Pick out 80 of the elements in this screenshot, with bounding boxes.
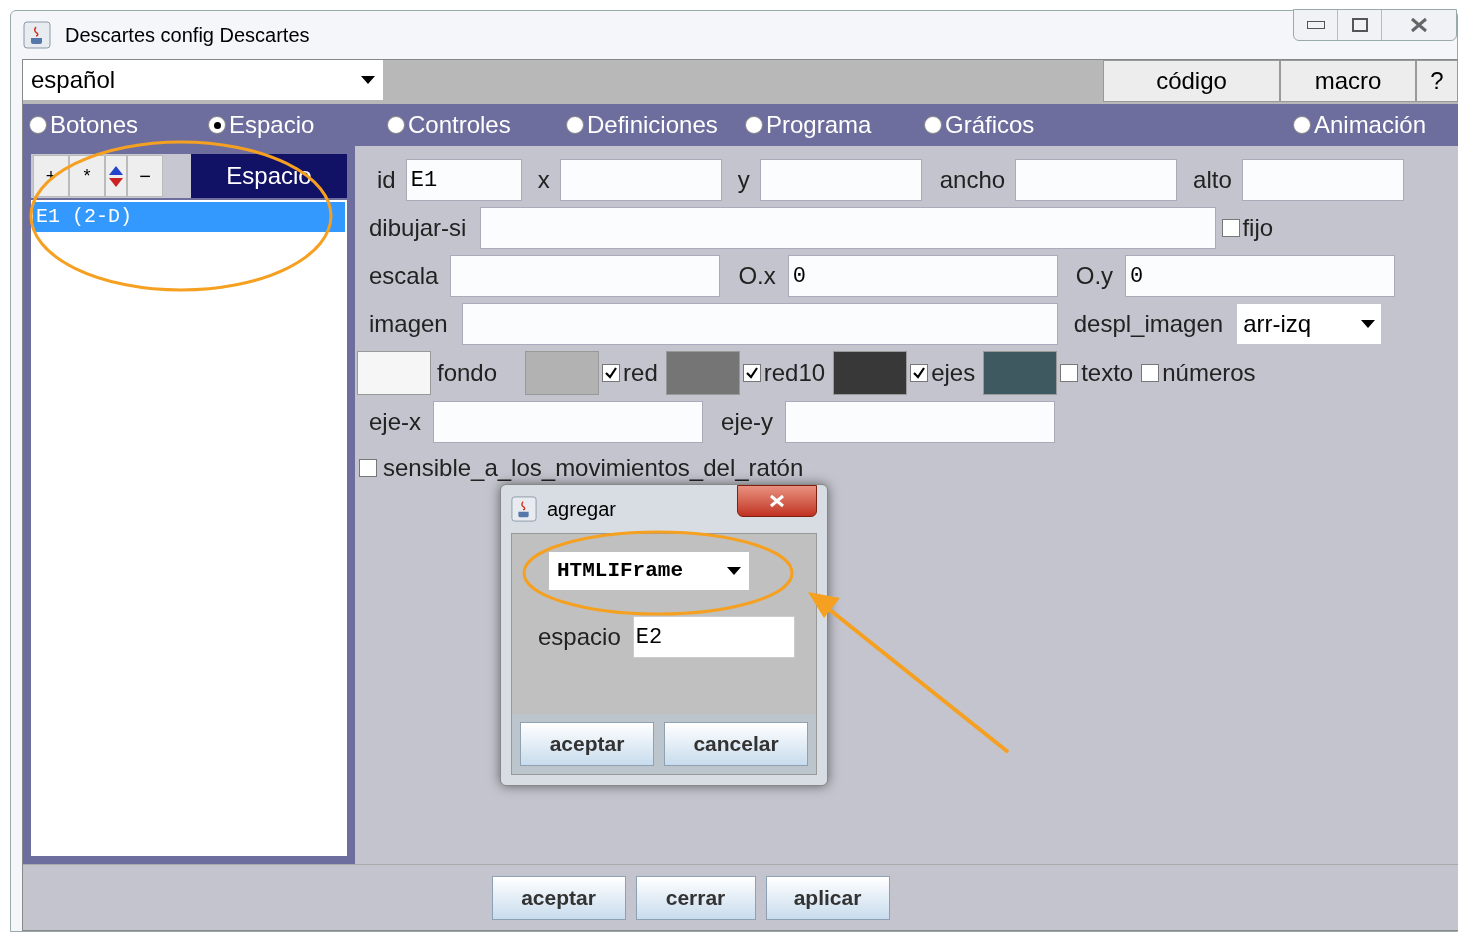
field-label: ejes <box>931 358 976 388</box>
radio-tab[interactable]: Controles <box>387 107 566 143</box>
field-label: alto <box>1193 165 1232 195</box>
dialog-button[interactable]: aceptar <box>491 875 626 920</box>
checkbox[interactable] <box>1222 219 1241 237</box>
field-label: O.y <box>1075 261 1114 291</box>
dialog-button[interactable]: cerrar <box>635 875 756 920</box>
field-label: espacio <box>538 622 621 652</box>
input-field[interactable] <box>1241 159 1404 201</box>
toolbar-button[interactable]: código <box>1103 60 1280 102</box>
close-icon <box>1410 17 1428 33</box>
checkbox[interactable] <box>359 459 377 477</box>
input-field[interactable] <box>461 303 1058 345</box>
checkbox[interactable] <box>602 364 621 382</box>
close-button[interactable] <box>737 485 817 517</box>
field-label: red10 <box>763 358 826 388</box>
checkbox[interactable] <box>1060 364 1079 382</box>
field-label: O.x <box>738 261 776 291</box>
caret-icon <box>727 567 741 575</box>
dialog-button[interactable]: aplicar <box>765 875 890 920</box>
input-field[interactable] <box>450 255 721 297</box>
radio-tab[interactable]: Animación <box>1292 107 1426 143</box>
input-field[interactable] <box>433 401 704 443</box>
field-label: ancho <box>939 165 1006 195</box>
field-label: x <box>537 165 550 195</box>
field-label: números <box>1162 358 1256 388</box>
radio-tab[interactable]: Gráficos <box>924 107 1103 143</box>
input-field[interactable]: E1 <box>405 159 522 201</box>
input-field[interactable] <box>1015 159 1178 201</box>
radio-tab[interactable]: Espacio <box>208 107 387 143</box>
field-label: fijo <box>1242 213 1274 243</box>
input-field[interactable]: 0 <box>1125 255 1396 297</box>
field-label: sensible_a_los_movimientos_del_ratón <box>383 453 804 483</box>
toolbar-button[interactable]: macro <box>1280 60 1416 102</box>
tool-button[interactable]: * <box>69 155 105 197</box>
checkbox[interactable] <box>910 364 929 382</box>
input-field[interactable] <box>480 207 1217 249</box>
field-label: imagen <box>369 309 448 339</box>
color-swatch[interactable] <box>983 351 1058 395</box>
input-field[interactable]: E2 <box>632 616 795 658</box>
caret-icon <box>1361 320 1376 328</box>
dialog-button[interactable]: aceptar <box>520 722 654 766</box>
close-icon <box>769 494 785 508</box>
field-label: texto <box>1081 358 1134 388</box>
color-swatch[interactable] <box>833 351 908 395</box>
dialog-title: agregar <box>547 497 616 522</box>
color-swatch[interactable] <box>665 351 740 395</box>
field-label: eje-x <box>369 407 422 437</box>
field-label: despl_imagen <box>1073 309 1224 339</box>
language-select[interactable]: español <box>23 60 383 100</box>
color-swatch[interactable] <box>357 351 431 395</box>
input-field[interactable] <box>785 401 1056 443</box>
dialog-button[interactable]: cancelar <box>664 722 808 766</box>
field-label: y <box>737 165 750 195</box>
field-label: id <box>377 165 396 195</box>
caret-icon <box>361 76 375 84</box>
up-arrow-icon <box>109 165 123 175</box>
field-label: fondo <box>437 358 498 388</box>
input-field[interactable] <box>559 159 722 201</box>
color-swatch[interactable] <box>525 351 600 395</box>
java-cup-icon <box>511 496 537 522</box>
radio-tab[interactable]: Programa <box>745 107 924 143</box>
radio-tab[interactable]: Botones <box>29 107 208 143</box>
java-cup-icon <box>23 21 51 49</box>
down-arrow-icon <box>109 177 123 187</box>
move-arrows-button[interactable] <box>105 155 127 197</box>
window-title: Descartes config Descartes <box>65 23 310 48</box>
input-field[interactable] <box>759 159 922 201</box>
type-select[interactable]: HTMLIFrame <box>549 552 749 590</box>
input-field[interactable]: 0 <box>787 255 1058 297</box>
field-label: red <box>623 358 658 388</box>
toolbar-button[interactable]: ? <box>1416 60 1458 102</box>
field-label: escala <box>369 261 439 291</box>
tool-button[interactable]: − <box>127 155 163 197</box>
checkbox[interactable] <box>742 364 761 382</box>
image-position-select[interactable]: arr-izq <box>1237 304 1382 344</box>
radio-tab[interactable]: Definiciones <box>566 107 745 143</box>
field-label: eje-y <box>721 407 774 437</box>
checkbox[interactable] <box>1141 364 1160 382</box>
field-label: dibujar-si <box>369 213 467 243</box>
